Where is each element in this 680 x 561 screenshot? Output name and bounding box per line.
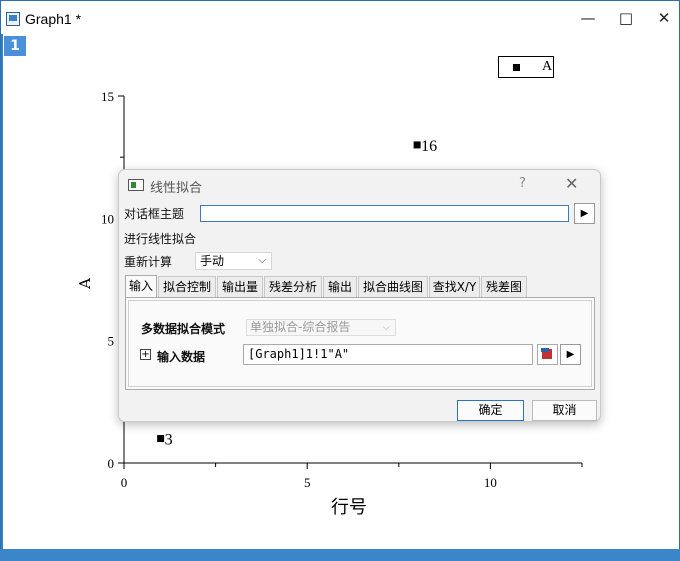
y-axis-title: A [76, 278, 94, 290]
recalculate-select[interactable]: 手动 ⌵ [195, 252, 272, 270]
tab-residual-plots[interactable]: 残差图 [481, 276, 527, 297]
x-axis-title: 行号 [331, 497, 367, 518]
recalculate-value: 手动 [200, 254, 225, 268]
multi-data-mode-value: 单独拟合-综合报告 [250, 320, 351, 334]
x-tick-label: 0 [121, 475, 128, 490]
legend-marker-icon [513, 64, 520, 71]
data-point[interactable] [157, 435, 165, 443]
tab-panel-input: 多数据拟合模式 单独拟合-综合报告 ⌵ + 输入数据 [Graph1]1!1"A"… [125, 297, 595, 390]
multi-data-mode-label: 多数据拟合模式 [141, 322, 226, 336]
dialog-icon [128, 179, 144, 191]
data-point-label: 3 [165, 432, 173, 449]
data-point[interactable] [413, 141, 421, 149]
action-label: 进行线性拟合 [124, 232, 197, 246]
linear-fit-dialog[interactable]: 线性拟合 ? ✕ 对话框主题 ▶ 进行线性拟合 重新计算 手动 ⌵ 输入 拟合控制… [118, 169, 601, 422]
tab-quantities[interactable]: 输出量 [217, 276, 263, 297]
legend-label: A [542, 59, 553, 74]
tab-fit-control[interactable]: 拟合控制 [158, 276, 216, 297]
ok-button[interactable]: 确定 [457, 400, 524, 421]
dialog-title: 线性拟合 [150, 181, 203, 196]
select-data-button[interactable] [537, 344, 558, 365]
multi-data-mode-select[interactable]: 单独拟合-综合报告 ⌵ [246, 319, 396, 336]
theme-label: 对话框主题 [124, 207, 185, 221]
input-data-label: 输入数据 [157, 350, 206, 364]
play-arrow-icon: ▶ [580, 208, 589, 219]
expand-plus-icon[interactable]: + [140, 349, 151, 360]
input-data-menu-button[interactable]: ▶ [560, 344, 581, 365]
y-tick-label: 15 [101, 89, 114, 104]
play-arrow-icon: ▶ [566, 349, 575, 360]
recalculate-label: 重新计算 [124, 255, 173, 269]
dialog-close-button[interactable]: ✕ [565, 174, 578, 193]
help-button[interactable]: ? [519, 176, 526, 191]
x-tick-label: 10 [484, 475, 497, 490]
legend[interactable]: A [498, 56, 554, 78]
x-tick-label: 5 [304, 475, 311, 490]
y-tick-label: 0 [108, 456, 115, 471]
y-tick-label: 5 [108, 334, 115, 349]
y-tick-label: 10 [101, 211, 114, 226]
chevron-down-icon: ⌵ [382, 322, 390, 333]
chevron-down-icon: ⌵ [258, 255, 266, 266]
theme-menu-button[interactable]: ▶ [574, 203, 595, 224]
tab-input[interactable]: 输入 [125, 275, 157, 298]
tab-output[interactable]: 输出 [323, 276, 357, 297]
data-point-label: 16 [421, 138, 437, 155]
input-data-field[interactable]: [Graph1]1!1"A" [243, 344, 533, 365]
tab-find-xy[interactable]: 查找X/Y [429, 276, 480, 297]
tab-residual-analysis[interactable]: 残差分析 [264, 276, 322, 297]
theme-input[interactable] [200, 205, 569, 222]
tab-fitted-curves-plot[interactable]: 拟合曲线图 [358, 276, 428, 297]
cancel-button[interactable]: 取消 [532, 400, 597, 421]
